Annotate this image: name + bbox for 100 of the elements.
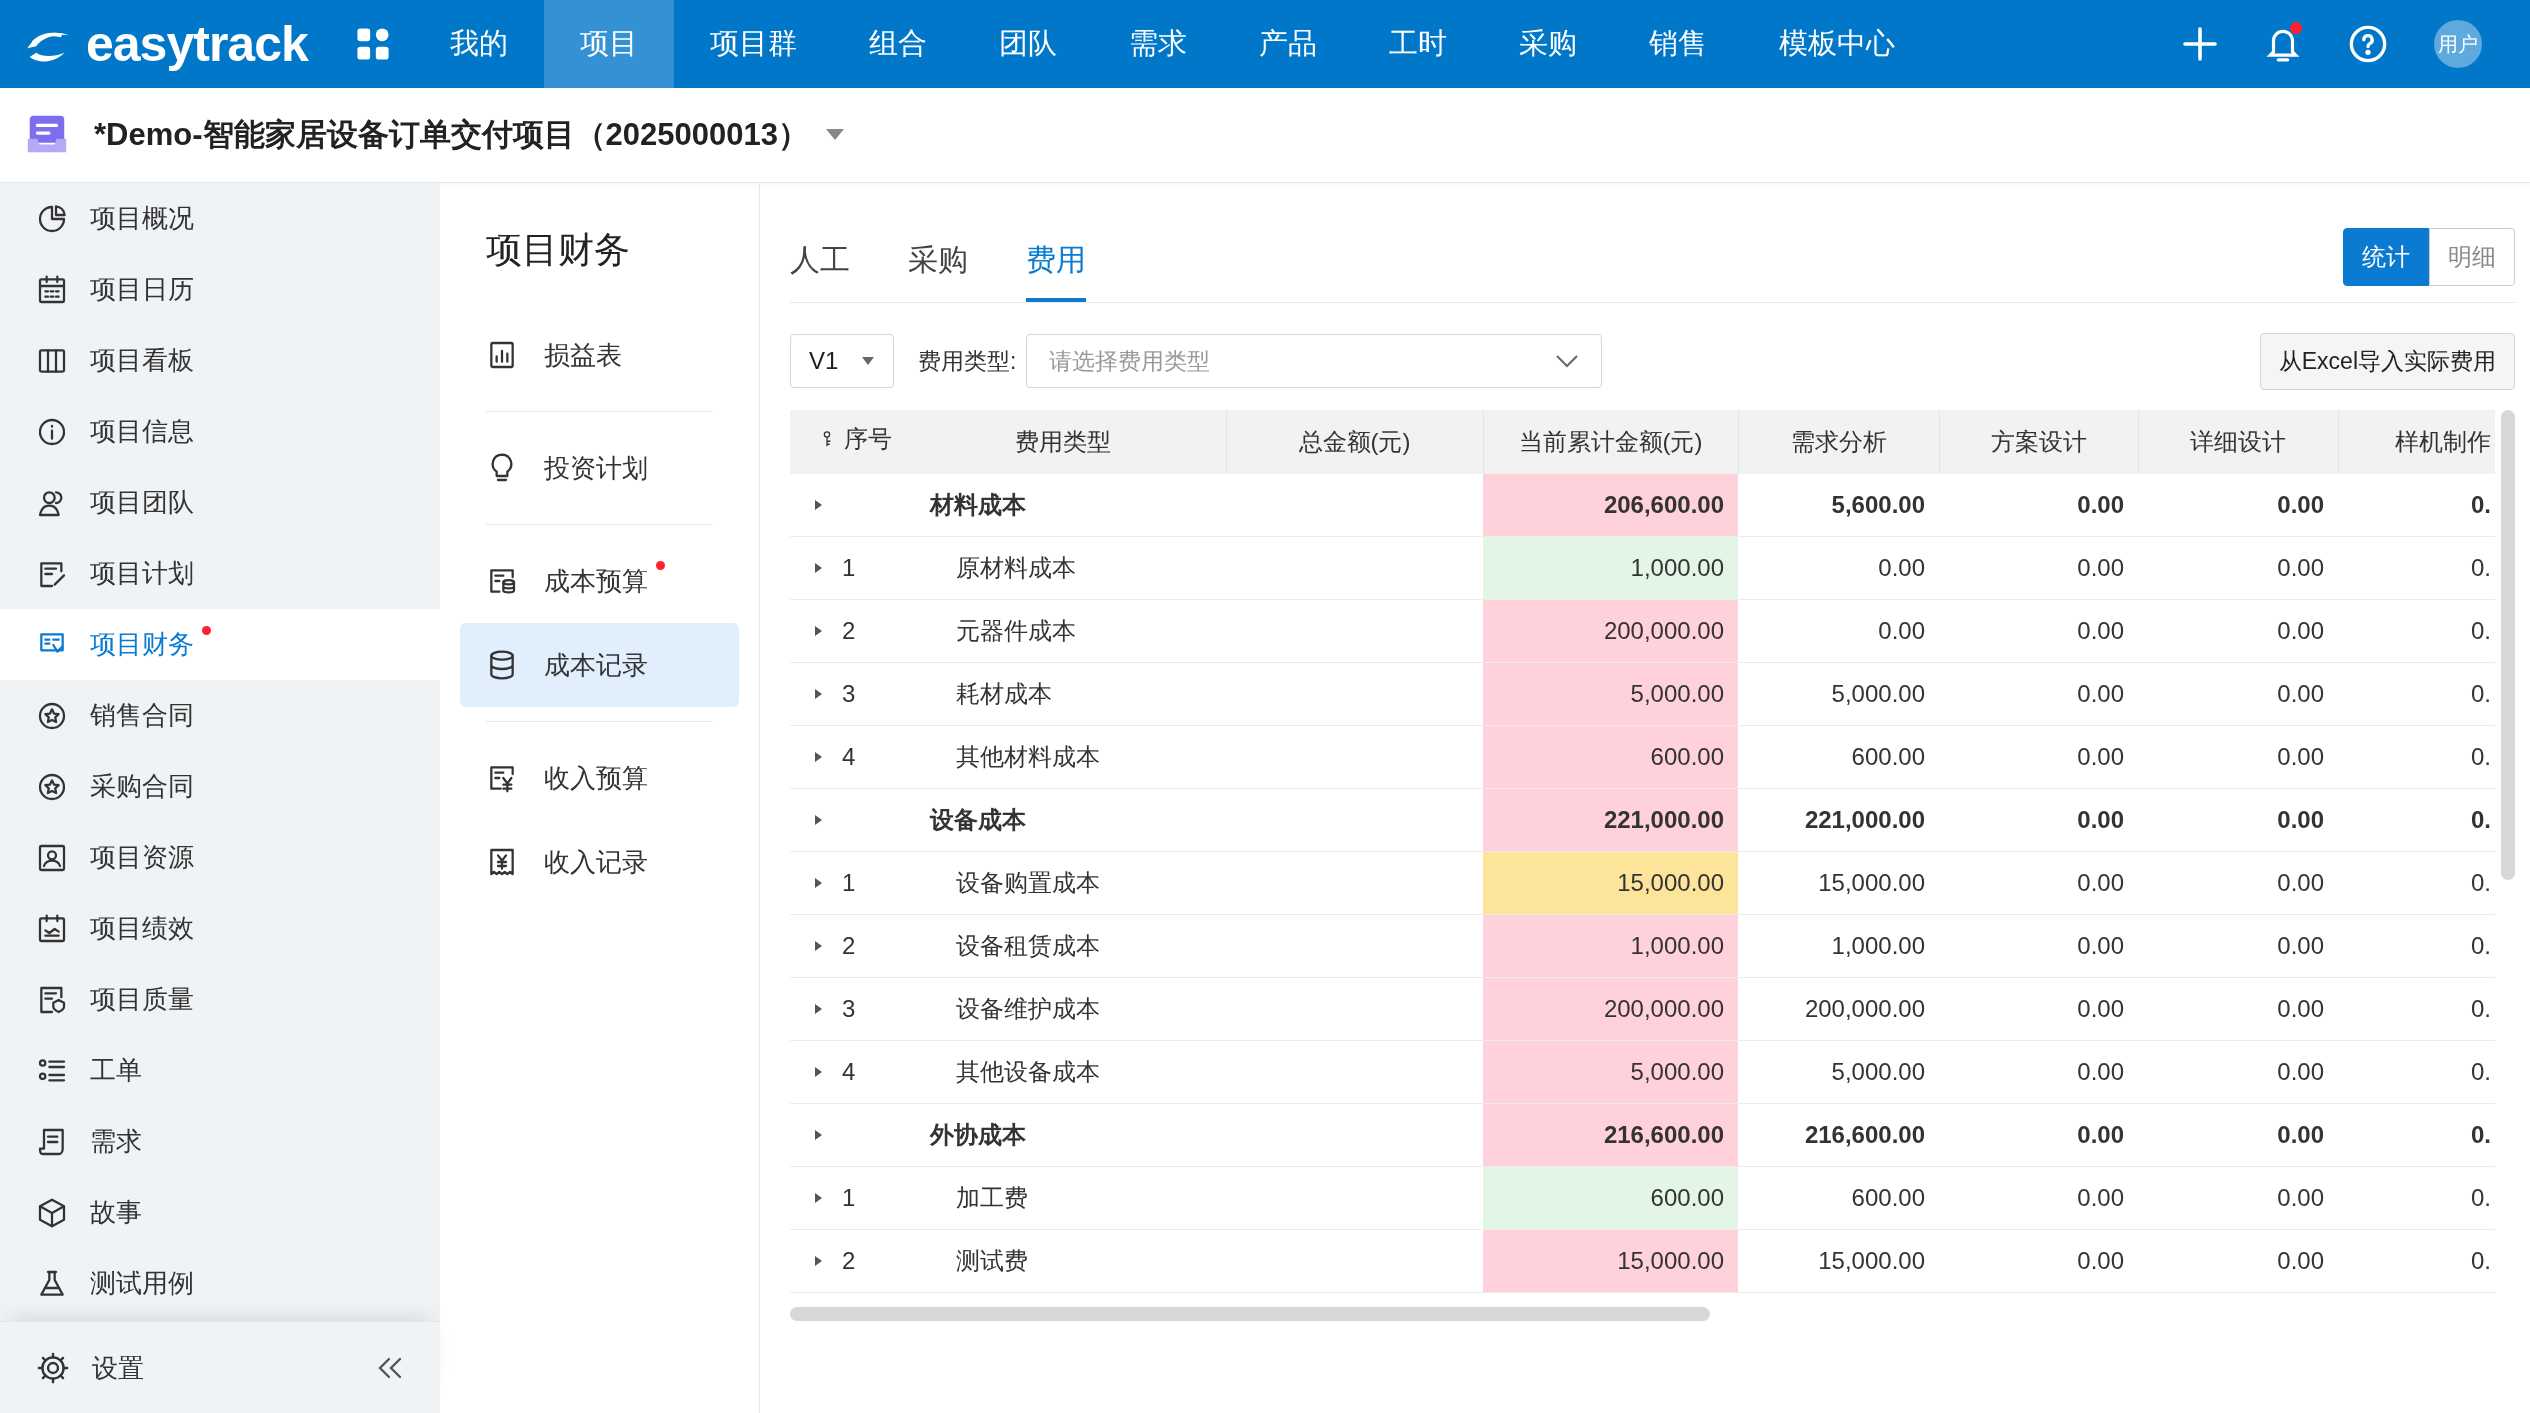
table-cell: 0.00: [2138, 1103, 2338, 1167]
table-cell: 0.00: [1939, 1040, 2138, 1104]
expense-type-name: 设备成本: [930, 806, 1026, 833]
subnav-item[interactable]: 收入预算: [460, 736, 739, 820]
amount-cell: 200,000.00: [1483, 977, 1738, 1041]
nav-tab[interactable]: 组合: [832, 0, 963, 88]
table-cell: 0.00: [2138, 1166, 2338, 1230]
sidebar-item[interactable]: 项目日历: [0, 254, 440, 325]
amount-cell: 1,000.00: [1483, 536, 1738, 600]
notification-bell-icon[interactable]: [2264, 24, 2302, 64]
sidebar-item[interactable]: 项目计划: [0, 538, 440, 609]
collapse-icon[interactable]: [376, 1355, 404, 1380]
nav-tab[interactable]: 团队: [962, 0, 1093, 88]
nav-tab[interactable]: 工时: [1352, 0, 1483, 88]
expense-type-name: 加工费: [956, 1184, 1028, 1211]
sidebar-item[interactable]: 项目绩效: [0, 893, 440, 964]
import-excel-button[interactable]: 从Excel导入实际费用: [2259, 333, 2515, 390]
add-icon[interactable]: [2182, 26, 2218, 62]
view-toggle-button[interactable]: 统计: [2343, 228, 2429, 286]
horizontal-scrollbar[interactable]: [790, 1307, 1710, 1321]
row-number: 1: [842, 553, 856, 583]
sidebar-item[interactable]: 项目团队: [0, 467, 440, 538]
sidebar-item[interactable]: 项目信息: [0, 396, 440, 467]
sidebar-item[interactable]: 项目概况: [0, 183, 440, 254]
settings-item[interactable]: 设置: [36, 1350, 144, 1385]
expand-caret-icon[interactable]: [812, 1066, 824, 1078]
sidebar-item[interactable]: 项目资源: [0, 822, 440, 893]
sidebar-item[interactable]: 项目财务: [0, 609, 440, 680]
nav-tab[interactable]: 模板中心: [1742, 0, 1931, 88]
amount-cell: 15,000.00: [1483, 851, 1738, 915]
expand-caret-icon[interactable]: [812, 814, 824, 826]
expand-caret-icon[interactable]: [812, 1255, 824, 1267]
table-cell: 0.: [2338, 851, 2495, 915]
table-cell: 0.00: [1738, 599, 1939, 663]
expand-caret-icon[interactable]: [812, 688, 824, 700]
view-toggle-button[interactable]: 明细: [2429, 228, 2515, 286]
expand-caret-icon[interactable]: [812, 625, 824, 637]
amount-cell: 200,000.00: [1483, 599, 1738, 663]
sidebar-item[interactable]: 项目看板: [0, 325, 440, 396]
row-number: 2: [842, 616, 856, 646]
table-cell: 0.: [2338, 473, 2495, 537]
expense-type-name: 其他材料成本: [956, 743, 1100, 770]
expand-caret-icon[interactable]: [812, 751, 824, 763]
subnav-item[interactable]: 成本预算: [460, 539, 739, 623]
help-icon[interactable]: [2348, 24, 2388, 64]
subnav-item[interactable]: 投资计划: [460, 426, 739, 510]
table-cell: 0.00: [1939, 977, 2138, 1041]
table-cell: 221,000.00: [1738, 788, 1939, 852]
amount-cell: 1,000.00: [1483, 914, 1738, 978]
content-tab[interactable]: 人工: [790, 183, 850, 302]
column-header: 需求分析: [1738, 409, 1939, 474]
vertical-scrollbar[interactable]: [2501, 409, 2515, 880]
nav-tab[interactable]: 产品: [1222, 0, 1353, 88]
sidebar-item[interactable]: 工单: [0, 1035, 440, 1106]
table-cell: 0.00: [1939, 473, 2138, 537]
expand-caret-icon[interactable]: [812, 940, 824, 952]
caret-down-icon[interactable]: [824, 128, 845, 142]
table-cell: 0.: [2338, 1229, 2495, 1293]
nav-tab[interactable]: 销售: [1612, 0, 1743, 88]
row-number: 3: [842, 994, 856, 1024]
subnav-item[interactable]: 收入记录: [460, 820, 739, 904]
sidebar-item[interactable]: 需求: [0, 1106, 440, 1177]
row-number: 4: [842, 742, 856, 772]
table-cell: 0.00: [2138, 473, 2338, 537]
version-select[interactable]: V1: [790, 334, 894, 389]
expand-caret-icon[interactable]: [812, 1192, 824, 1204]
pie-chart-icon: [36, 202, 68, 235]
expense-type-name: 测试费: [956, 1247, 1028, 1274]
table-cell: 0.00: [1939, 662, 2138, 726]
expand-caret-icon[interactable]: [812, 1129, 824, 1141]
subnav-item[interactable]: 损益表: [460, 313, 739, 397]
amount-cell: 600.00: [1483, 1166, 1738, 1230]
subnav-item[interactable]: 成本记录: [460, 623, 739, 707]
content-tab[interactable]: 费用: [1026, 183, 1086, 302]
table-cell: 5,000.00: [1738, 1040, 1939, 1104]
sidebar-item[interactable]: 项目质量: [0, 964, 440, 1035]
nav-tab[interactable]: 我的: [413, 0, 544, 88]
apps-grid-icon[interactable]: [355, 27, 390, 61]
amount-cell: 5,000.00: [1483, 662, 1738, 726]
table-cell: 0.: [2338, 788, 2495, 852]
column-header: 序号: [844, 424, 892, 454]
sidebar-item[interactable]: 测试用例: [0, 1248, 440, 1319]
expand-caret-icon[interactable]: [812, 498, 824, 511]
nav-tab[interactable]: 项目群: [673, 0, 833, 88]
table-cell: 0.00: [2138, 977, 2338, 1041]
sidebar-item[interactable]: 采购合同: [0, 751, 440, 822]
nav-tab[interactable]: 采购: [1482, 0, 1613, 88]
sidebar-item[interactable]: 销售合同: [0, 680, 440, 751]
table-cell: 0.00: [2138, 662, 2338, 726]
table-cell: 0.00: [1939, 1103, 2138, 1167]
expand-caret-icon[interactable]: [812, 1003, 824, 1015]
expand-caret-icon[interactable]: [812, 877, 824, 889]
project-title: *Demo-智能家居设备订单交付项目（2025000013）: [94, 115, 809, 154]
column-header: 当前累计金额(元): [1483, 409, 1738, 474]
table-cell: 200,000.00: [1738, 977, 1939, 1041]
nav-tab[interactable]: 需求: [1092, 0, 1223, 88]
expand-caret-icon[interactable]: [812, 562, 824, 574]
content-tab[interactable]: 采购: [908, 183, 968, 302]
column-header: 总金额(元): [1226, 409, 1483, 474]
sidebar-item[interactable]: 故事: [0, 1177, 440, 1248]
